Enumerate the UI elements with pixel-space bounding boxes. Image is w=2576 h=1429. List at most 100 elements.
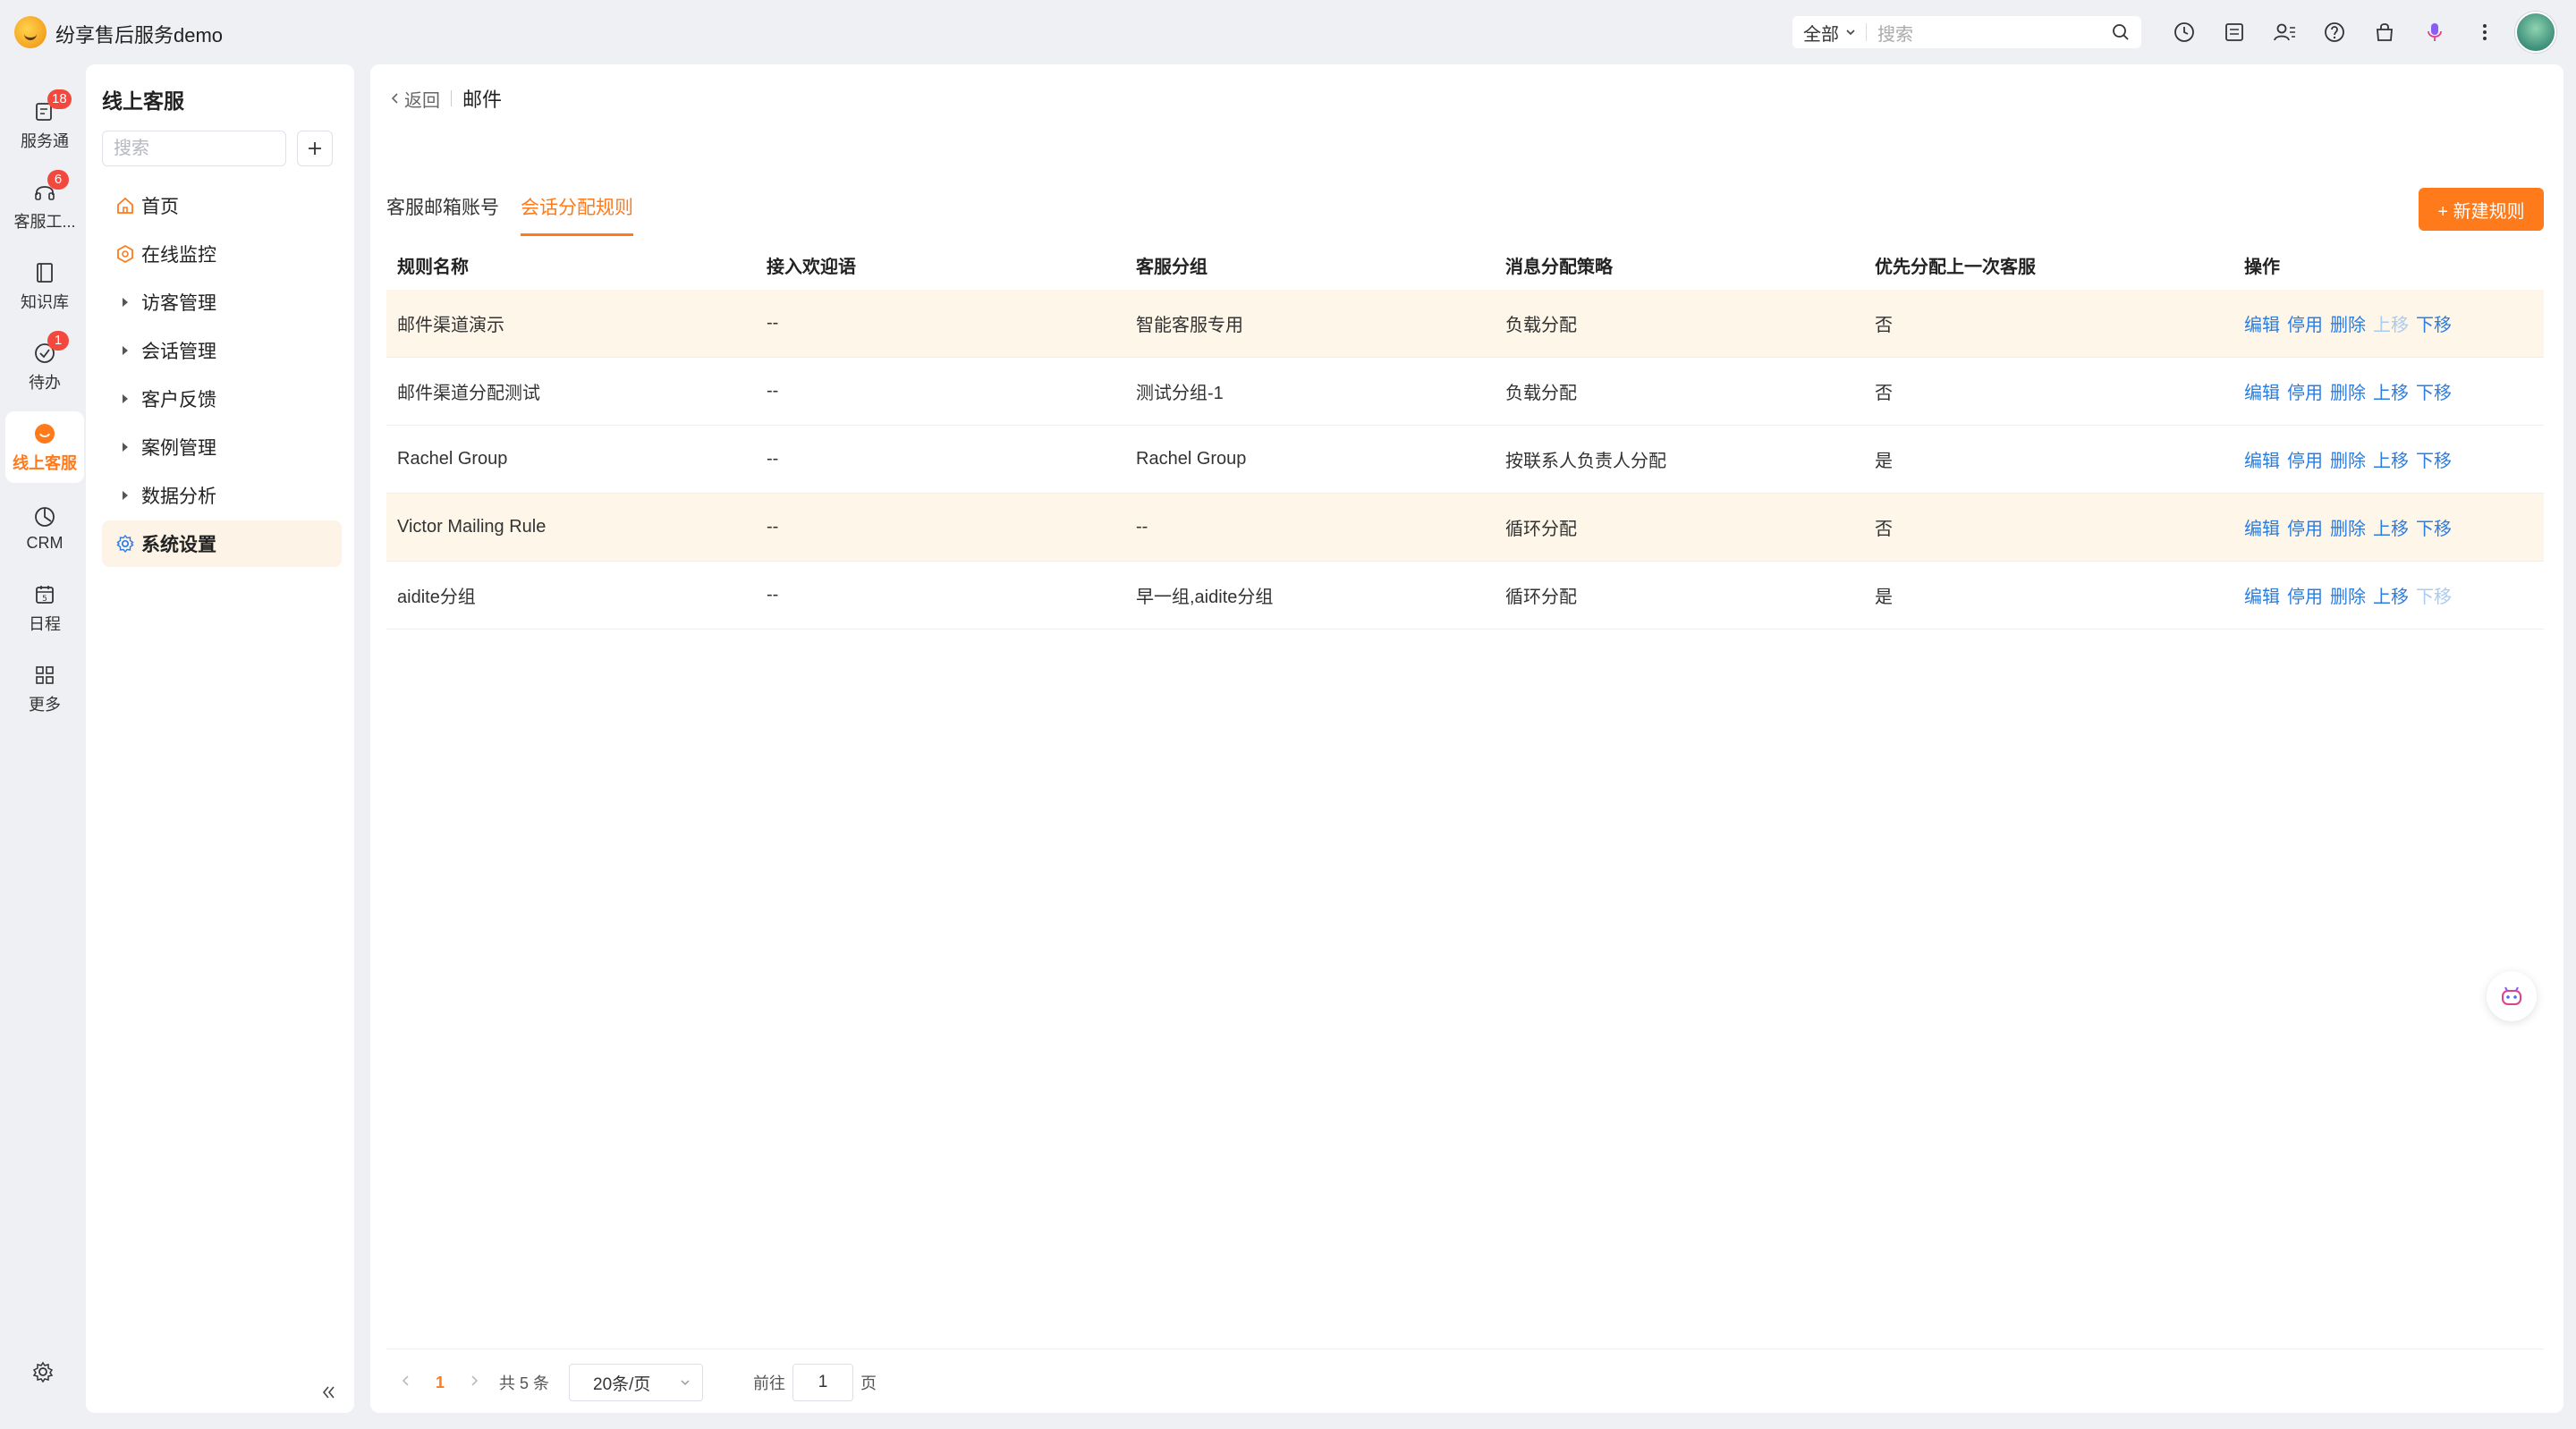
- sidebar-add-button[interactable]: [297, 131, 333, 166]
- rail-item-crm[interactable]: CRM: [5, 492, 84, 563]
- book-icon: [31, 259, 58, 286]
- rail-item-knowledge[interactable]: 知识库: [5, 250, 84, 322]
- cell-actions: 编辑 停用 删除 上移 下移: [2233, 582, 2544, 608]
- move-up-link[interactable]: 上移: [2373, 378, 2409, 404]
- bag-icon[interactable]: [2368, 16, 2401, 48]
- sidebar-collapse-button[interactable]: [315, 1379, 342, 1406]
- more-icon[interactable]: [2469, 16, 2501, 48]
- sidebar-panel: 线上客服 搜索 首页 在线监控 访客管理 会话管理 客户反馈 案例管理 数据分析…: [86, 64, 354, 1413]
- table-header: 规则名称 接入欢迎语 客服分组 消息分配策略 优先分配上一次客服 操作: [386, 240, 2544, 290]
- table-row[interactable]: 邮件渠道演示 -- 智能客服专用 负载分配 否 编辑 停用 删除 上移 下移: [386, 290, 2544, 358]
- mic-icon[interactable]: [2419, 16, 2451, 48]
- cell-actions: 编辑 停用 删除 上移 下移: [2233, 446, 2544, 472]
- rail-item-more[interactable]: 更多: [5, 653, 84, 724]
- move-up-link[interactable]: 上移: [2373, 446, 2409, 472]
- move-down-link[interactable]: 下移: [2416, 446, 2452, 472]
- app-logo[interactable]: [14, 16, 47, 48]
- caret-right-icon: [114, 436, 136, 458]
- delete-link[interactable]: 删除: [2330, 310, 2366, 336]
- edit-link[interactable]: 编辑: [2244, 310, 2280, 336]
- edit-link[interactable]: 编辑: [2244, 446, 2280, 472]
- rail-item-agent[interactable]: 6 客服工...: [5, 170, 84, 241]
- help-icon[interactable]: [2318, 16, 2351, 48]
- delete-link[interactable]: 删除: [2330, 378, 2366, 404]
- rail-item-label: 服务通: [21, 132, 69, 150]
- column-header: 操作: [2244, 257, 2280, 277]
- table-row[interactable]: Rachel Group -- Rachel Group 按联系人负责人分配 是…: [386, 426, 2544, 494]
- rail-item-label: 知识库: [21, 293, 69, 311]
- cell-group: 智能客服专用: [1136, 316, 1243, 335]
- cell-rule-name: Rachel Group: [397, 449, 508, 469]
- disable-link[interactable]: 停用: [2287, 446, 2323, 472]
- disable-link[interactable]: 停用: [2287, 378, 2323, 404]
- cell-strategy: 按联系人负责人分配: [1505, 452, 1666, 471]
- goto-page-input[interactable]: 1: [792, 1364, 854, 1401]
- sidebar-search-input[interactable]: 搜索: [102, 131, 286, 166]
- rail-item-calendar[interactable]: 5 日程: [5, 572, 84, 644]
- assistant-bot-button[interactable]: [2487, 971, 2537, 1021]
- move-down-link[interactable]: 下移: [2416, 378, 2452, 404]
- move-up-link[interactable]: 上移: [2373, 582, 2409, 608]
- move-up-link[interactable]: 上移: [2373, 514, 2409, 540]
- rail-badge: 6: [47, 170, 69, 190]
- back-link[interactable]: 返回: [390, 86, 440, 112]
- sidebar-item-feedback[interactable]: 客户反馈: [102, 376, 342, 422]
- rail-item-todo[interactable]: 1 待办: [5, 331, 84, 402]
- disable-link[interactable]: 停用: [2287, 582, 2323, 608]
- cell-group: Rachel Group: [1136, 449, 1247, 469]
- sidebar-item-sessions[interactable]: 会话管理: [102, 327, 342, 374]
- delete-link[interactable]: 删除: [2330, 514, 2366, 540]
- user-avatar[interactable]: [2515, 12, 2556, 53]
- search-scope-select[interactable]: 全部: [1792, 20, 1857, 46]
- delete-link[interactable]: 删除: [2330, 582, 2366, 608]
- caret-right-icon: [114, 340, 136, 361]
- new-rule-button[interactable]: + 新建规则: [2419, 188, 2544, 231]
- next-page-button[interactable]: [458, 1374, 490, 1392]
- pager-total: 共 5 条: [499, 1374, 550, 1392]
- sidebar-item-visitors[interactable]: 访客管理: [102, 279, 342, 326]
- sidebar-item-monitor[interactable]: 在线监控: [102, 231, 342, 277]
- edit-link[interactable]: 编辑: [2244, 514, 2280, 540]
- table-row[interactable]: Victor Mailing Rule -- -- 循环分配 否 编辑 停用 删…: [386, 494, 2544, 562]
- search-icon[interactable]: [2111, 22, 2131, 42]
- page-unit-label: 页: [860, 1374, 877, 1392]
- rail-badge: 1: [47, 331, 69, 351]
- rail-item-label: 待办: [29, 374, 61, 392]
- search-input[interactable]: 搜索: [1877, 20, 2111, 46]
- edit-link[interactable]: 编辑: [2244, 582, 2280, 608]
- rail-item-service[interactable]: 18 服务通: [5, 89, 84, 161]
- disable-link[interactable]: 停用: [2287, 514, 2323, 540]
- global-search[interactable]: 全部 搜索: [1792, 16, 2141, 48]
- caret-right-icon: [114, 388, 136, 410]
- sidebar-item-settings[interactable]: 系统设置: [102, 520, 342, 567]
- table-row[interactable]: 邮件渠道分配测试 -- 测试分组-1 负载分配 否 编辑 停用 删除 上移 下移: [386, 358, 2544, 426]
- tab-mailbox-accounts[interactable]: 客服邮箱账号: [386, 193, 499, 236]
- edit-link[interactable]: 编辑: [2244, 378, 2280, 404]
- sidebar-item-analytics[interactable]: 数据分析: [102, 472, 342, 519]
- page-number-current[interactable]: 1: [422, 1374, 458, 1392]
- tab-assignment-rules[interactable]: 会话分配规则: [521, 193, 633, 236]
- page-size-select[interactable]: 20条/页: [569, 1364, 704, 1401]
- rail-settings-icon[interactable]: [27, 1356, 59, 1388]
- cell-prev-agent: 否: [1875, 520, 1893, 539]
- move-down-link[interactable]: 下移: [2416, 514, 2452, 540]
- inbox-icon[interactable]: [2218, 16, 2250, 48]
- cell-rule-name: Victor Mailing Rule: [397, 517, 547, 537]
- plus-icon: [309, 142, 321, 155]
- sidebar-item-home[interactable]: 首页: [102, 182, 342, 229]
- move-down-link[interactable]: 下移: [2416, 310, 2452, 336]
- prev-page-button[interactable]: [390, 1374, 422, 1392]
- rail-item-label: CRM: [26, 533, 64, 552]
- column-header: 客服分组: [1136, 257, 1208, 277]
- disable-link[interactable]: 停用: [2287, 310, 2323, 336]
- cell-prev-agent: 是: [1875, 452, 1893, 471]
- todo-icon: 1: [31, 331, 69, 367]
- service-icon: 18: [31, 89, 72, 125]
- cell-group: 测试分组-1: [1136, 384, 1224, 403]
- clock-icon[interactable]: [2168, 16, 2200, 48]
- delete-link[interactable]: 删除: [2330, 446, 2366, 472]
- table-row[interactable]: aidite分组 -- 早一组,aidite分组 循环分配 是 编辑 停用 删除…: [386, 562, 2544, 630]
- sidebar-item-cases[interactable]: 案例管理: [102, 424, 342, 470]
- contacts-icon[interactable]: [2268, 16, 2301, 48]
- rail-item-online-service[interactable]: 线上客服: [5, 411, 84, 483]
